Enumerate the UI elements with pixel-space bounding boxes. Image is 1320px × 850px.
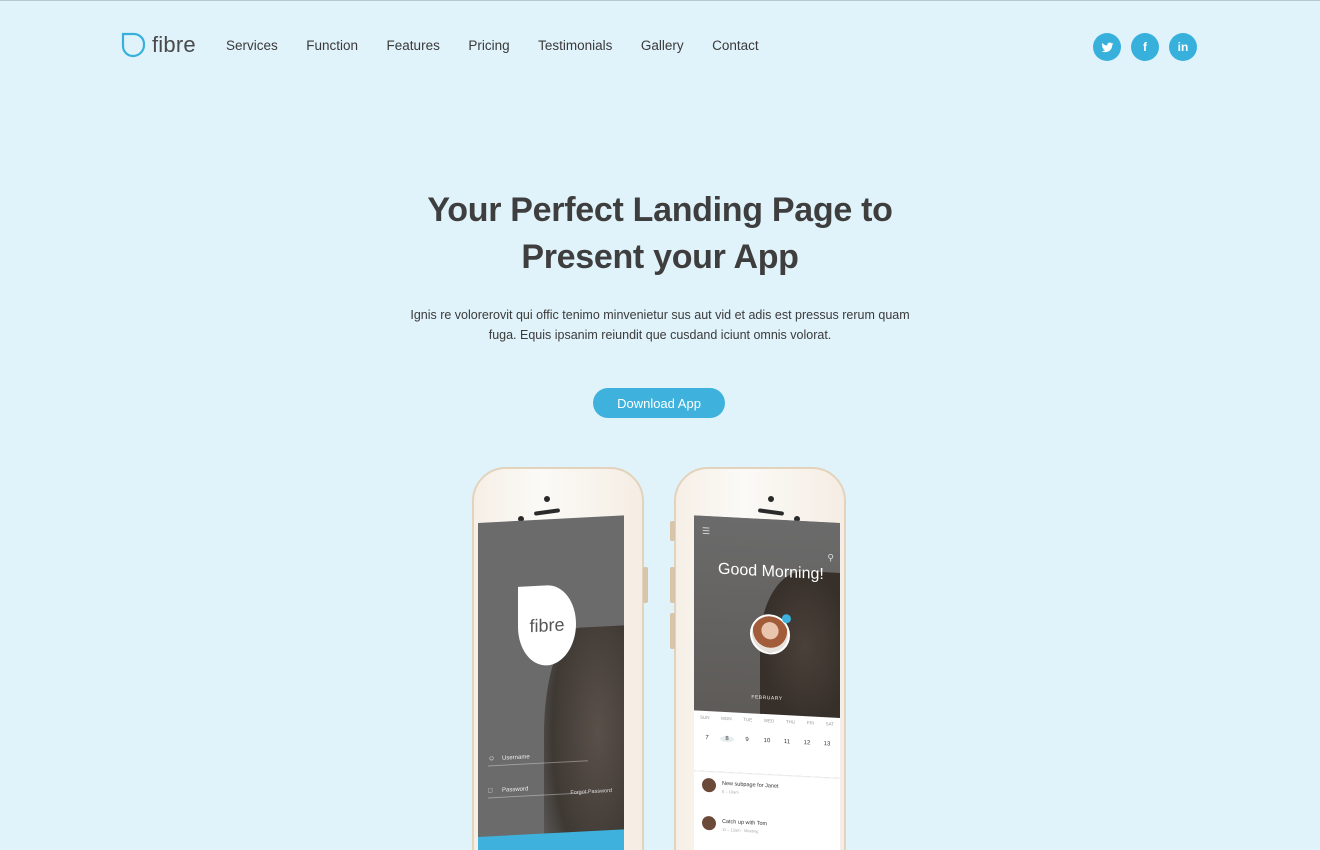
- login-button-bar[interactable]: [478, 829, 624, 850]
- phone-mockup-login: fibre ☺ Username □ Password Forgot Passw…: [472, 467, 648, 850]
- login-screen: fibre ☺ Username □ Password Forgot Passw…: [478, 515, 624, 850]
- hero-description: Ignis re volorerovit qui offic tenimo mi…: [395, 305, 925, 345]
- main-nav: Services Function Features Pricing Testi…: [226, 38, 787, 53]
- weekday-label: FRI: [806, 720, 814, 726]
- date-cell[interactable]: 7: [700, 735, 714, 742]
- date-cell[interactable]: 9: [740, 737, 754, 744]
- calendar-screen: ☰ ⚲ Good Morning! FEBRUARY SUN MON TUE W…: [694, 515, 840, 850]
- weekday-label: MON: [721, 715, 732, 722]
- hero-title-line-2: Present your App: [521, 238, 799, 276]
- event-time: 8 – 10am: [722, 788, 739, 795]
- password-label: Password: [502, 786, 529, 794]
- date-cell[interactable]: 13: [820, 741, 834, 748]
- nav-item-contact[interactable]: Contact: [712, 38, 759, 53]
- event-time: 11 – 12am · Meeting: [722, 826, 759, 834]
- fibre-logo-icon: [121, 32, 146, 58]
- date-cell[interactable]: 12: [800, 740, 814, 747]
- nav-item-function[interactable]: Function: [306, 38, 358, 53]
- search-icon[interactable]: ⚲: [827, 552, 834, 563]
- hero-title-line-1: Your Perfect Landing Page to: [427, 191, 893, 229]
- calendar-week: SUN MON TUE WED THU FRI SAT 7 8 9 10 11 …: [694, 710, 840, 778]
- event-list: New subpage for Janet 8 – 10am Catch up …: [694, 770, 840, 850]
- nav-item-services[interactable]: Services: [226, 38, 278, 53]
- app-logo-text: fibre: [529, 613, 565, 636]
- twitter-button[interactable]: [1093, 33, 1121, 61]
- user-icon: ☺: [488, 755, 496, 763]
- phone-volume-button: [670, 567, 675, 603]
- phone-side-button: [670, 521, 675, 541]
- notification-badge: [782, 613, 791, 624]
- nav-item-testimonials[interactable]: Testimonials: [538, 38, 612, 53]
- weekday-label: THU: [785, 719, 796, 725]
- phone-volume-button: [670, 613, 675, 649]
- social-links: f in: [1093, 33, 1197, 61]
- hero-description-line-2: fuga. Equis ipsanim reiundit que cusdand…: [488, 328, 832, 342]
- date-cell[interactable]: 11: [780, 739, 794, 746]
- avatar: [702, 815, 716, 831]
- brand-name: fibre: [152, 32, 196, 57]
- phone-mockup-calendar: ☰ ⚲ Good Morning! FEBRUARY SUN MON TUE W…: [670, 467, 846, 850]
- nav-item-gallery[interactable]: Gallery: [641, 38, 684, 53]
- linkedin-button[interactable]: in: [1169, 33, 1197, 61]
- site-header: fibre Services Function Features Pricing…: [0, 1, 1320, 93]
- event-title: Catch up with Tom: [722, 818, 768, 828]
- date-row: 7 8 9 10 11 12 13: [700, 735, 834, 748]
- facebook-icon: f: [1143, 40, 1147, 54]
- linkedin-icon: in: [1177, 40, 1189, 54]
- phone-sensor: [544, 496, 550, 502]
- list-item[interactable]: Catch up with Tom 11 – 12am · Meeting: [702, 815, 832, 838]
- facebook-button[interactable]: f: [1131, 33, 1159, 61]
- brand-logo[interactable]: fibre: [120, 31, 196, 59]
- weekday-label: SAT: [825, 721, 834, 727]
- twitter-icon: [1101, 42, 1113, 52]
- menu-icon[interactable]: ☰: [702, 526, 710, 537]
- nav-item-pricing[interactable]: Pricing: [468, 38, 509, 53]
- username-label: Username: [502, 754, 530, 762]
- list-item[interactable]: New subpage for Janet 8 – 10am: [702, 777, 832, 800]
- date-cell-selected[interactable]: 8: [720, 735, 734, 743]
- weekday-label: TUE: [743, 716, 753, 723]
- avatar: [702, 777, 716, 793]
- phone-side-button: [643, 567, 648, 603]
- hero-description-line-1: Ignis re volorerovit qui offic tenimo mi…: [410, 308, 910, 322]
- hero-title: Your Perfect Landing Page to Present you…: [360, 187, 960, 281]
- download-app-button[interactable]: Download App: [593, 388, 725, 418]
- weekday-label: WED: [763, 718, 775, 724]
- date-cell[interactable]: 10: [760, 738, 774, 745]
- lock-icon: □: [488, 787, 493, 795]
- weekday-row: SUN MON TUE WED THU FRI SAT: [700, 715, 834, 727]
- weekday-label: SUN: [700, 714, 710, 721]
- phone-sensor: [768, 496, 774, 502]
- nav-item-features[interactable]: Features: [387, 38, 440, 53]
